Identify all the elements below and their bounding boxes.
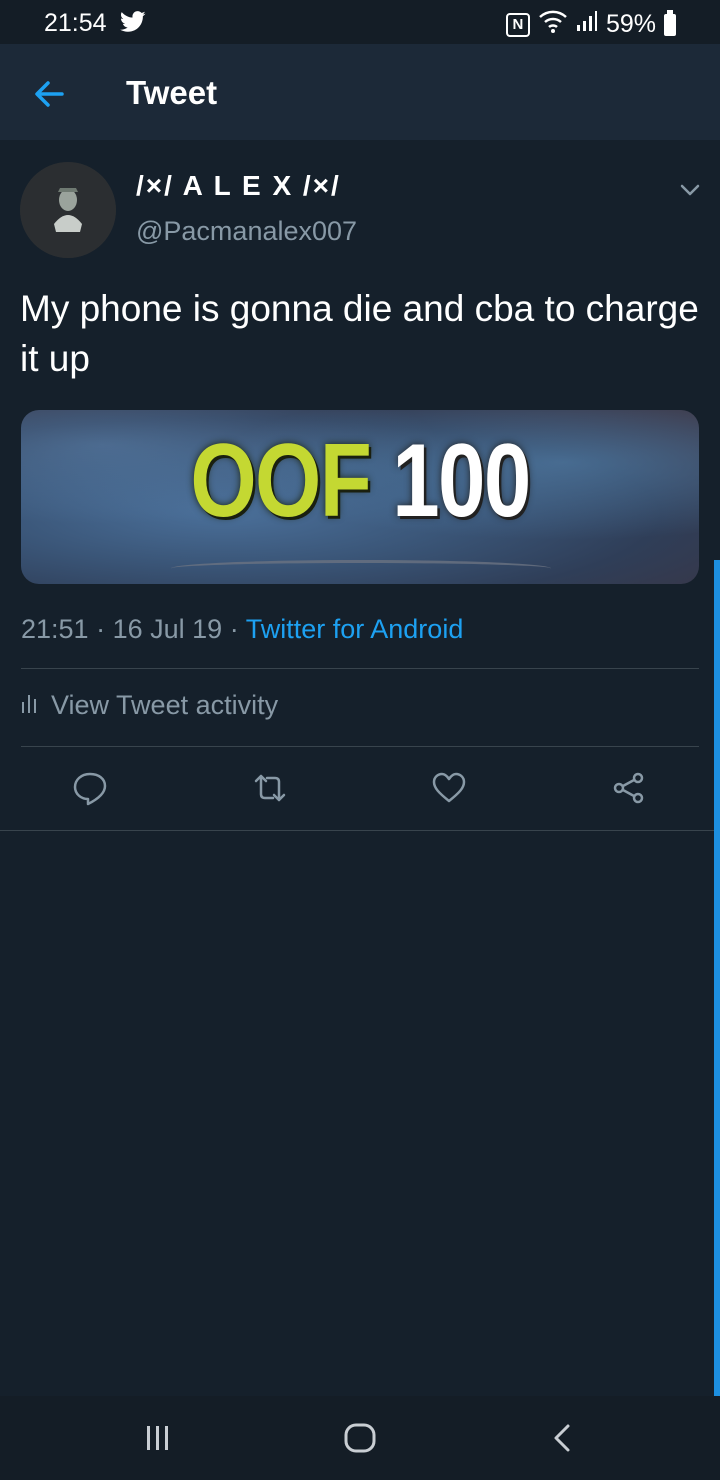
tweet-date: 16 Jul 19: [112, 614, 223, 644]
tweet-media-image[interactable]: OOF 100: [21, 410, 699, 584]
system-nav-bar: [0, 1396, 720, 1480]
tweet-source-link[interactable]: Twitter for Android: [246, 614, 464, 644]
bar-chart-icon: [21, 690, 39, 721]
signal-icon: [576, 9, 598, 40]
tweet-meta: 21:51 · 16 Jul 19 · Twitter for Android: [21, 614, 463, 645]
meta-separator: ·: [229, 614, 239, 644]
status-icons: N 59%: [505, 9, 676, 40]
chevron-down-icon[interactable]: [676, 176, 704, 204]
activity-label: View Tweet activity: [51, 690, 279, 720]
tweet-text: My phone is gonna die and cba to charge …: [20, 288, 699, 379]
system-back-icon[interactable]: [546, 1422, 582, 1454]
avatar[interactable]: [20, 162, 116, 258]
meta-separator: ·: [96, 614, 106, 644]
user-handle[interactable]: @Pacmanalex007: [136, 216, 357, 247]
tweet-action-bar: [0, 760, 720, 820]
divider: [21, 668, 699, 669]
share-icon[interactable]: [611, 770, 647, 806]
home-icon[interactable]: [342, 1422, 378, 1454]
media-caption: OOF 100: [82, 422, 638, 541]
tweet-time: 21:51: [21, 614, 89, 644]
nfc-icon: N: [505, 12, 530, 37]
divider: [0, 830, 720, 831]
recent-apps-icon[interactable]: [140, 1422, 176, 1454]
reply-icon[interactable]: [72, 770, 108, 806]
page-title: Tweet: [126, 74, 218, 111]
app-bar: Tweet: [0, 44, 720, 140]
back-arrow-icon[interactable]: [30, 74, 70, 114]
status-time: 21:54: [44, 9, 107, 37]
media-word-100: 100: [392, 423, 531, 539]
battery-percent: 59%: [605, 10, 656, 38]
wifi-icon: [538, 9, 568, 40]
media-word-oof: OOF: [190, 423, 371, 539]
divider: [21, 746, 699, 747]
like-icon[interactable]: [431, 770, 467, 806]
status-bar: 21:54 N 59%: [0, 0, 720, 44]
scrollbar[interactable]: [714, 560, 720, 1396]
view-tweet-activity-link[interactable]: View Tweet activity: [21, 690, 278, 721]
display-name[interactable]: /×/ A L E X /×/: [136, 170, 341, 202]
retweet-icon[interactable]: [252, 770, 288, 806]
twitter-bird-icon: [119, 11, 146, 38]
media-decoration: [171, 560, 551, 577]
battery-icon: [664, 9, 676, 36]
